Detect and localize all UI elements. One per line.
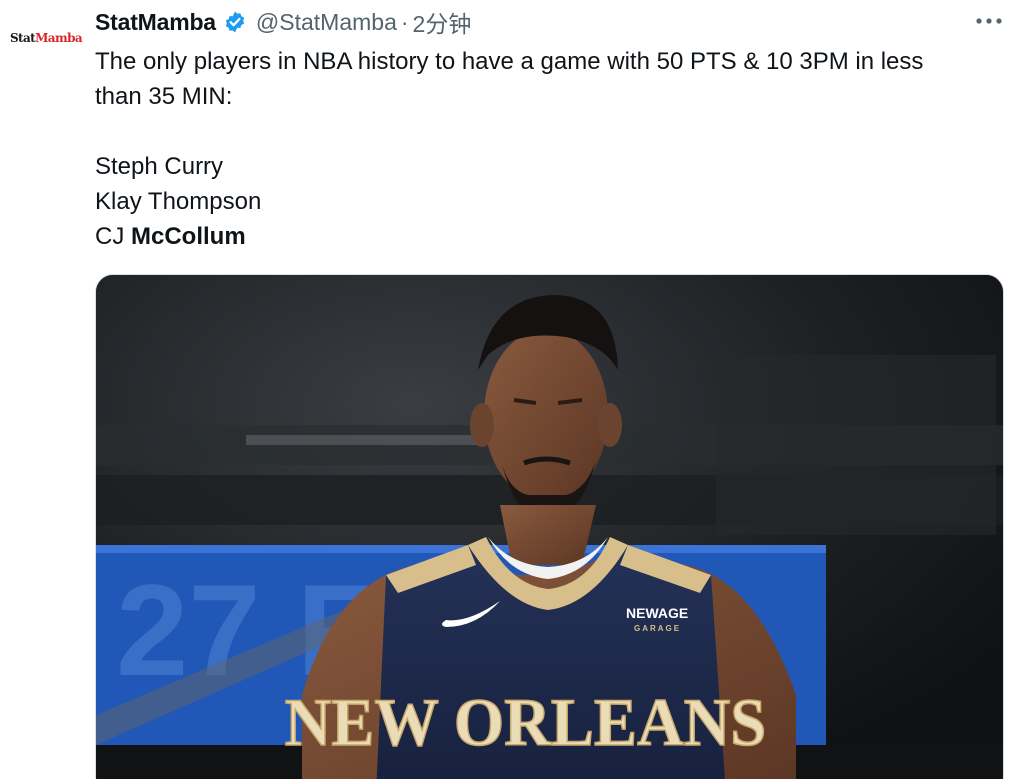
- tweet-text: The only players in NBA history to have …: [95, 44, 975, 254]
- avatar-logo-part1: Stat: [9, 31, 36, 45]
- more-options-icon[interactable]: [972, 10, 1006, 32]
- player-line-last: CJ McCollum: [95, 219, 975, 254]
- handle[interactable]: @StatMamba: [256, 9, 397, 36]
- tweet-header: StatMamba @StatMamba · 2分钟: [95, 6, 471, 38]
- verified-badge-icon[interactable]: [223, 10, 247, 34]
- player-first-name: CJ: [95, 223, 131, 250]
- timestamp[interactable]: 2分钟: [413, 5, 472, 39]
- avatar[interactable]: Stat Mamba: [9, 16, 83, 60]
- sponsor-logo-line2: GARAGE: [634, 624, 681, 633]
- jersey-lettering: NEW ORLEANS: [285, 686, 767, 761]
- sponsor-logo-line1: NEWAGE: [626, 605, 688, 621]
- player-line: Klay Thompson: [95, 188, 262, 215]
- avatar-logo-part2: Mamba: [35, 31, 83, 45]
- player-line: Steph Curry: [95, 153, 224, 180]
- tweet[interactable]: Stat Mamba StatMamba @StatMamba · 2分钟 The…: [0, 0, 1024, 779]
- tweet-media-image[interactable]: 27 F NEWAGE GARAGE NEW ORLEANS: [95, 274, 1004, 779]
- player-photo: 27 F NEWAGE GARAGE NEW ORLEANS: [96, 275, 1003, 779]
- separator-dot: ·: [400, 8, 409, 35]
- tweet-text-intro: The only players in NBA history to have …: [95, 48, 924, 110]
- display-name[interactable]: StatMamba: [95, 9, 216, 36]
- player-last-name-bold: McCollum: [131, 223, 246, 250]
